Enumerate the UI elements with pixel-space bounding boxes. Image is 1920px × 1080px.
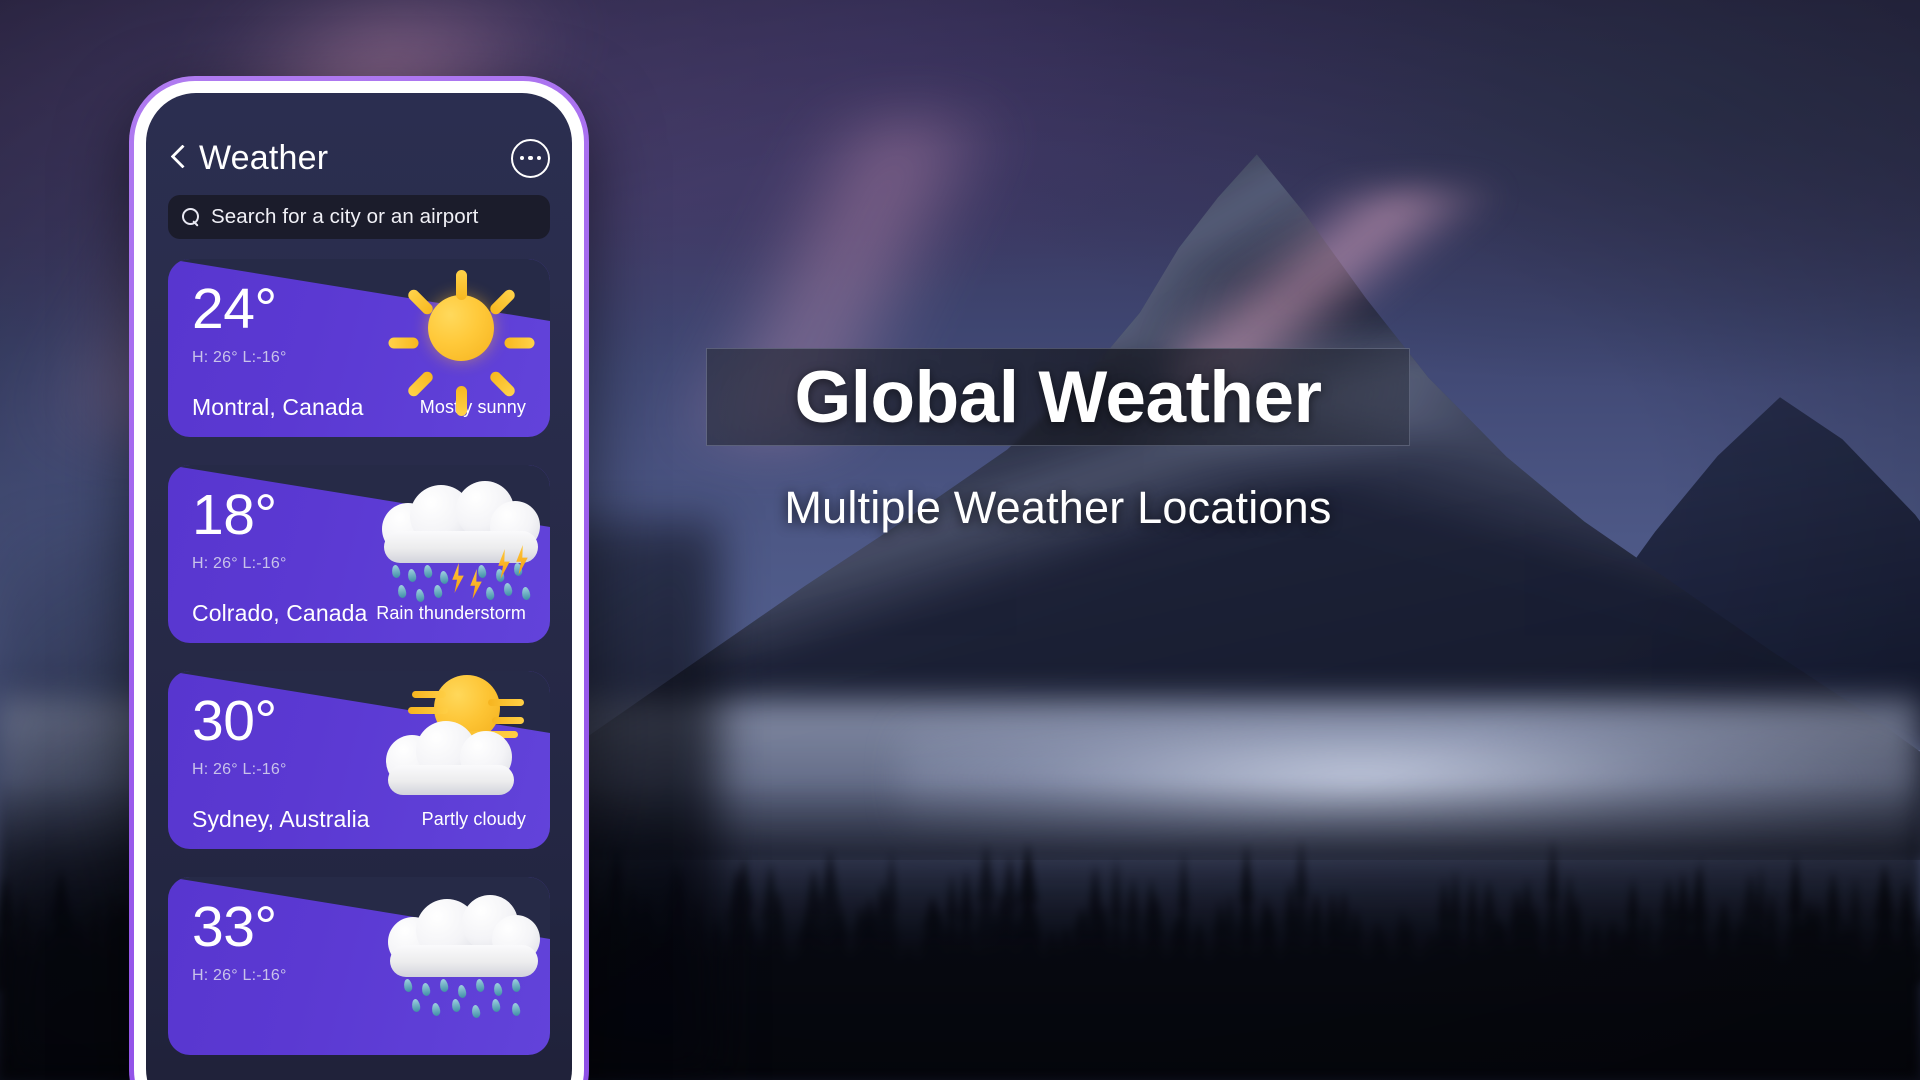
more-options-icon[interactable] bbox=[511, 138, 550, 178]
header-left-group: Weather bbox=[168, 139, 328, 178]
weather-card-body: 18° H: 26° L:-16° Colrado, Canada Rain t… bbox=[168, 465, 550, 643]
phone-mockup: Weather Search for a city or an airport bbox=[129, 76, 589, 1080]
temperature-value: 33° bbox=[192, 895, 277, 959]
more-dot bbox=[528, 155, 533, 161]
page-subtitle: Multiple Weather Locations bbox=[784, 482, 1332, 533]
weather-app: Weather Search for a city or an airport bbox=[146, 93, 572, 1080]
page-title: Global Weather bbox=[794, 356, 1322, 438]
more-dot bbox=[536, 155, 542, 161]
weather-card-footer: Montral, Canada Mostly sunny bbox=[192, 394, 526, 437]
temperature-value: 24° bbox=[192, 277, 277, 341]
condition-label: Mostly sunny bbox=[419, 397, 526, 417]
weather-card-footer: Colrado, Canada Rain thunderstorm bbox=[192, 600, 526, 643]
weather-card-footer bbox=[192, 1036, 526, 1055]
city-name: Sydney, Australia bbox=[192, 806, 370, 832]
search-icon bbox=[182, 208, 200, 226]
weather-card-body: 33° H: 26° L:-16° bbox=[168, 877, 550, 1055]
hero-block: Global Weather Multiple Weather Location… bbox=[706, 348, 1410, 534]
weather-card-body: 30° H: 26° L:-16° Sydney, Australia Part… bbox=[168, 671, 550, 849]
weather-card[interactable]: 33° H: 26° L:-16° bbox=[168, 877, 550, 1055]
search-input[interactable]: Search for a city or an airport bbox=[168, 195, 550, 239]
search-placeholder: Search for a city or an airport bbox=[211, 205, 479, 228]
temperature-value: 30° bbox=[192, 689, 277, 753]
city-name: Colrado, Canada bbox=[192, 600, 368, 626]
weather-card[interactable]: 18° H: 26° L:-16° Colrado, Canada Rain t… bbox=[168, 465, 550, 643]
more-dot bbox=[519, 155, 525, 161]
weather-card[interactable]: 30° H: 26° L:-16° Sydney, Australia Part… bbox=[168, 671, 550, 849]
weather-card[interactable]: 24° H: 26° L:-16° Montral, Canada Mostly… bbox=[168, 259, 550, 437]
condition-label: Rain thunderstorm bbox=[376, 603, 526, 623]
high-low-value: H: 26° L:-16° bbox=[192, 967, 287, 984]
city-name: Montral, Canada bbox=[192, 394, 364, 420]
weather-card-body: 24° H: 26° L:-16° Montral, Canada Mostly… bbox=[168, 259, 550, 437]
weather-card-list: 24° H: 26° L:-16° Montral, Canada Mostly… bbox=[168, 259, 550, 1055]
temperature-value: 18° bbox=[192, 483, 277, 547]
phone-bezel: Weather Search for a city or an airport bbox=[134, 81, 584, 1080]
screenshot-root: Global Weather Multiple Weather Location… bbox=[0, 0, 1920, 1080]
phone-screen: Weather Search for a city or an airport bbox=[146, 93, 572, 1080]
high-low-value: H: 26° L:-16° bbox=[192, 555, 287, 572]
hero-title-banner: Global Weather bbox=[706, 348, 1410, 446]
condition-label: Partly cloudy bbox=[421, 809, 526, 829]
high-low-value: H: 26° L:-16° bbox=[192, 349, 287, 366]
high-low-value: H: 26° L:-16° bbox=[192, 761, 287, 778]
weather-card-footer: Sydney, Australia Partly cloudy bbox=[192, 806, 526, 849]
chevron-left-icon[interactable] bbox=[168, 142, 188, 174]
app-header: Weather bbox=[168, 93, 550, 185]
app-title: Weather bbox=[199, 138, 329, 177]
